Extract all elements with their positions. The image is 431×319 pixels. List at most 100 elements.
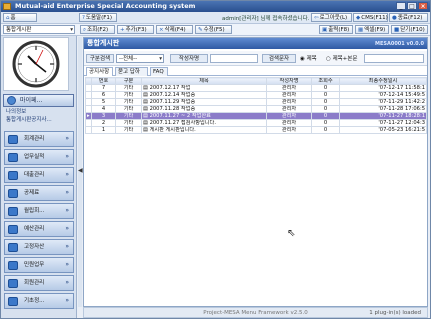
col-writer[interactable]: 작성자명	[266, 77, 312, 85]
excel-icon: ▦	[358, 27, 364, 33]
table-row[interactable]: 1 기타 ▤ 게시판 게시판입니다. 관리자 0'07-05-23 16:21:5	[85, 126, 427, 134]
my-page-menu[interactable]: 마이페...	[3, 94, 74, 107]
document-icon: ▤	[143, 99, 148, 105]
close-window-button[interactable]: ×	[418, 2, 428, 10]
members-icon	[8, 279, 18, 288]
sidebar-item-accounting[interactable]: 회계관리»	[4, 131, 74, 147]
print-button[interactable]: ▣출력(F8)	[319, 25, 353, 34]
deduction-icon	[8, 189, 18, 198]
sidebar-item-budget[interactable]: 예산관리»	[4, 221, 74, 237]
chevron-down-icon: »	[65, 243, 69, 250]
writer-input[interactable]	[210, 54, 258, 63]
sidebar: 마이페... 나의정보 통합게시판공지사... 회계관리» 업무실적» 대출관리…	[1, 36, 77, 318]
table-row[interactable]: 4 기타 ▤ 2007.11.28 작업중 관리자 0'07-11-28 17:06:5	[85, 105, 427, 113]
user-info: admin[관리자] 님께 접속하셨습니다.	[222, 16, 310, 22]
board-tabs: 공지사항 묻고 답하기 FAQ	[84, 67, 427, 84]
sidebar-splitter[interactable]: ◀	[78, 37, 83, 307]
table-row-selected[interactable]: ▸ 3 기타 ▤ 2007.11.27 ~ 2 작업완료 관리자 0'07-11-27 1…	[85, 112, 427, 120]
excel-button[interactable]: ▦엑셀(F9)	[355, 25, 389, 34]
board-notice-link[interactable]: 통합게시판공지사...	[6, 116, 52, 124]
chevron-down-icon: »	[65, 261, 69, 268]
sidebar-item-performance[interactable]: 업무실적»	[4, 149, 74, 165]
title-bar: Mutual-aid Enterprise Special Accounting…	[1, 1, 430, 12]
document-icon: ▤	[143, 85, 148, 91]
home-icon: ⌂	[6, 15, 10, 21]
col-views[interactable]: 조회수	[311, 77, 340, 85]
sidebar-item-deduction[interactable]: 공제료»	[4, 185, 74, 201]
search-filter-bar: 구분검색 --전체-- 작성자명 검색문자 ◉ 제목 ○ 제목+본문	[84, 51, 427, 66]
sidebar-item-installment[interactable]: 월립회...»	[4, 203, 74, 219]
close-button[interactable]: ■닫기(F10)	[391, 25, 428, 34]
table-row[interactable]: 6 기타 ▤ 2007.12.14 작업중 관리자 0'07-12-14 15:49:5	[85, 91, 427, 99]
tab-qna[interactable]: 묻고 답하기	[115, 67, 148, 84]
delete-icon: ×	[159, 27, 164, 33]
page-title: 통합게시판	[87, 39, 120, 47]
help-button[interactable]: ?도움말(F1)	[79, 13, 117, 22]
loan-icon	[8, 171, 18, 180]
cms-button[interactable]: ◆CMS(F11)	[353, 13, 388, 22]
help-icon: ?	[82, 15, 85, 21]
basic-info-icon	[8, 297, 18, 306]
analog-clock	[3, 37, 69, 91]
col-title[interactable]: 제목	[141, 77, 267, 85]
civil-service-icon	[8, 261, 18, 270]
chevron-down-icon: »	[65, 207, 69, 214]
framework-version: Project-MESA Menu Framework v2.5.0	[203, 310, 308, 316]
screen-code: MESA0001 v0.0.0	[374, 41, 424, 47]
logout-button[interactable]: ⇦로그아웃(L)	[311, 13, 352, 22]
radio-checked-icon: ◉	[300, 56, 305, 62]
close-icon: ■	[394, 27, 400, 33]
chevron-down-icon: »	[65, 297, 69, 304]
exit-button[interactable]: ●종료(F12)	[389, 13, 428, 22]
sidebar-item-loan[interactable]: 대출관리»	[4, 167, 74, 183]
chevron-down-icon: »	[65, 189, 69, 196]
sidebar-item-civil[interactable]: 민원업무»	[4, 257, 74, 273]
home-button[interactable]: ⌂홈	[3, 13, 37, 22]
document-icon: ▤	[143, 120, 148, 126]
keyword-input[interactable]	[364, 54, 424, 63]
tab-faq[interactable]: FAQ	[150, 67, 168, 76]
table-row[interactable]: 7 기타 ▤ 2007.12.17 작업 관리자 0'07-12-17 11:58:1	[85, 84, 427, 92]
add-button[interactable]: +추가(F3)	[117, 25, 154, 34]
chevron-down-icon: »	[65, 171, 69, 178]
board-table: 번호 구분 제목 작성자명 조회수 최종수정일시 7 기타 ▤ 2007.12.17…	[85, 77, 427, 134]
chevron-down-icon: »	[65, 279, 69, 286]
chevron-down-icon: »	[65, 153, 69, 160]
application-window: Mutual-aid Enterprise Special Accounting…	[0, 0, 431, 319]
edit-button[interactable]: ✎수정(F5)	[195, 25, 232, 34]
my-info-link[interactable]: 나의정보	[6, 108, 26, 116]
table-row[interactable]: 2 기타 ▤ 2007.11.27 접검사항입니다. 관리자 0'07-11-27 12…	[85, 119, 427, 127]
radio-unchecked-icon: ○	[326, 56, 331, 62]
clock-icon	[12, 40, 60, 88]
minimize-button[interactable]: _	[396, 2, 406, 10]
module-select[interactable]: 통합게시판	[3, 25, 75, 34]
col-type[interactable]: 구분	[115, 77, 142, 85]
radio-title[interactable]: ◉ 제목	[300, 55, 317, 63]
edit-icon: ✎	[198, 27, 203, 33]
table-row[interactable]: 5 기타 ▤ 2007.11.29 작업중 관리자 0'07-11-29 11:42:2	[85, 98, 427, 106]
sidebar-item-fixed-assets[interactable]: 고정자산»	[4, 239, 74, 255]
query-button[interactable]: ⌕조회(F2)	[80, 25, 115, 34]
delete-button[interactable]: ×삭제(F4)	[156, 25, 193, 34]
category-label: 구분검색	[86, 54, 114, 63]
category-select[interactable]: --전체--	[116, 54, 164, 63]
chevron-down-icon: »	[65, 225, 69, 232]
writer-label: 작성자명	[170, 54, 208, 63]
sidebar-item-members[interactable]: 회원관리»	[4, 275, 74, 291]
budget-icon	[8, 225, 18, 234]
maximize-button[interactable]: □	[407, 2, 417, 10]
app-title: Mutual-aid Enterprise Special Accounting…	[15, 2, 196, 10]
accounting-icon	[8, 135, 18, 144]
col-date[interactable]: 최종수정일시	[339, 77, 427, 85]
fixed-assets-icon	[8, 243, 18, 252]
sidebar-item-basic-info[interactable]: 기초정...»	[4, 293, 74, 309]
document-icon: ▤	[143, 106, 148, 112]
panel-title-bar: 통합게시판 MESA0001 v0.0.0	[84, 38, 427, 49]
tab-notice[interactable]: 공지사항	[86, 67, 113, 76]
radio-title-body[interactable]: ○ 제목+본문	[326, 55, 357, 63]
col-no[interactable]: 번호	[91, 77, 116, 85]
logout-icon: ⇦	[314, 15, 319, 21]
user-icon	[7, 96, 16, 105]
exit-icon: ●	[392, 15, 397, 21]
table-header-row: 번호 구분 제목 작성자명 조회수 최종수정일시	[85, 77, 427, 85]
